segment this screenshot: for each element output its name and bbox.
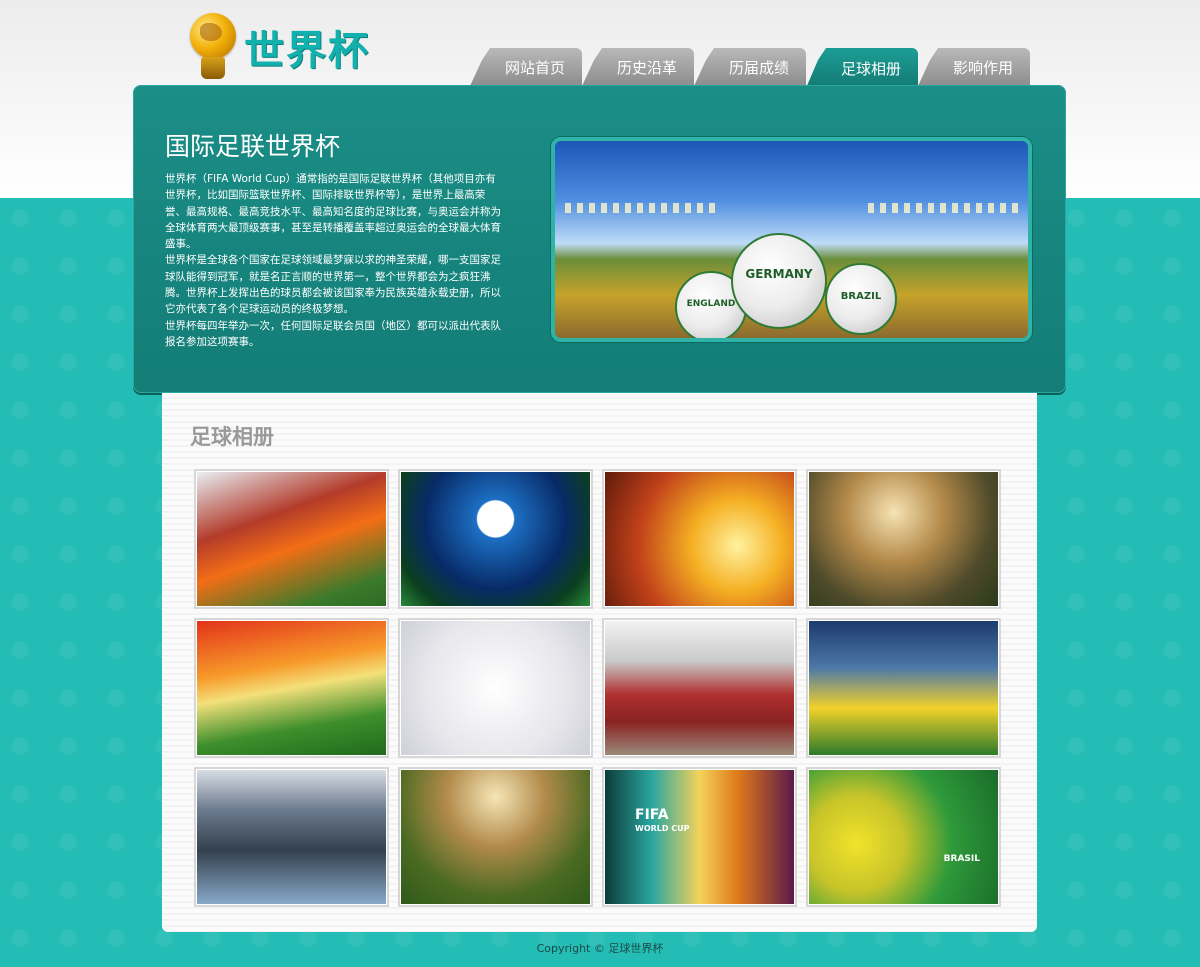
- gallery-photo[interactable]: BRASIL: [806, 767, 1001, 907]
- hero-banner: 国际足联世界杯 世界杯（FIFA World Cup）通常指的是国际足联世界杯（…: [133, 85, 1066, 393]
- photo-gallery: FIFA WORLD CUP BRASIL: [194, 469, 1001, 907]
- tab-photo-album[interactable]: 足球相册: [806, 48, 918, 88]
- tab-home[interactable]: 网站首页: [470, 48, 582, 86]
- gallery-photo[interactable]: [806, 618, 1001, 758]
- gallery-photo[interactable]: [398, 469, 593, 609]
- hero-image-stadium-balls: ENGLAND GERMANY BRAZIL: [551, 137, 1032, 342]
- hero-description: 世界杯（FIFA World Cup）通常指的是国际足联世界杯（其他项目亦有世界…: [165, 171, 501, 350]
- gallery-photo[interactable]: [194, 469, 389, 609]
- ball-brazil: BRAZIL: [825, 263, 897, 335]
- gallery-title: 足球相册: [190, 425, 274, 449]
- gallery-photo[interactable]: [398, 618, 593, 758]
- gallery-photo[interactable]: FIFA WORLD CUP: [602, 767, 797, 907]
- trophy-icon: [188, 13, 238, 81]
- footer-copyright: Copyright © 足球世界杯: [536, 942, 664, 955]
- ball-germany: GERMANY: [731, 233, 827, 329]
- tab-results[interactable]: 历届成绩: [694, 48, 806, 86]
- gallery-photo[interactable]: [398, 767, 593, 907]
- logo-text: 世界杯: [244, 27, 370, 74]
- tab-history[interactable]: 历史沿革: [582, 48, 694, 86]
- gallery-photo[interactable]: [194, 618, 389, 758]
- gallery-photo[interactable]: [602, 618, 797, 758]
- gallery-photo[interactable]: [194, 767, 389, 907]
- flag-text: BRASIL: [943, 854, 980, 864]
- main-nav: 网站首页 历史沿革 历届成绩 足球相册 影响作用: [470, 48, 1060, 88]
- tab-influence[interactable]: 影响作用: [918, 48, 1030, 86]
- hero-paragraph: 世界杯每四年举办一次，任何国际足联会员国（地区）都可以派出代表队报名参加这项赛事…: [165, 319, 501, 348]
- gallery-photo[interactable]: [806, 469, 1001, 609]
- content-panel: 足球相册 FIFA WORLD CUP BRASIL: [162, 393, 1037, 932]
- hero-paragraph: 世界杯是全球各个国家在足球领域最梦寐以求的神圣荣耀，哪一支国家足球队能得到冠军，…: [165, 254, 501, 316]
- poster-text: FIFA WORLD CUP: [635, 807, 690, 833]
- hero-paragraph: 世界杯（FIFA World Cup）通常指的是国际足联世界杯（其他项目亦有世界…: [165, 173, 501, 251]
- gallery-photo[interactable]: [602, 469, 797, 609]
- site-logo[interactable]: 世界杯: [188, 12, 378, 82]
- hero-title: 国际足联世界杯: [165, 132, 341, 161]
